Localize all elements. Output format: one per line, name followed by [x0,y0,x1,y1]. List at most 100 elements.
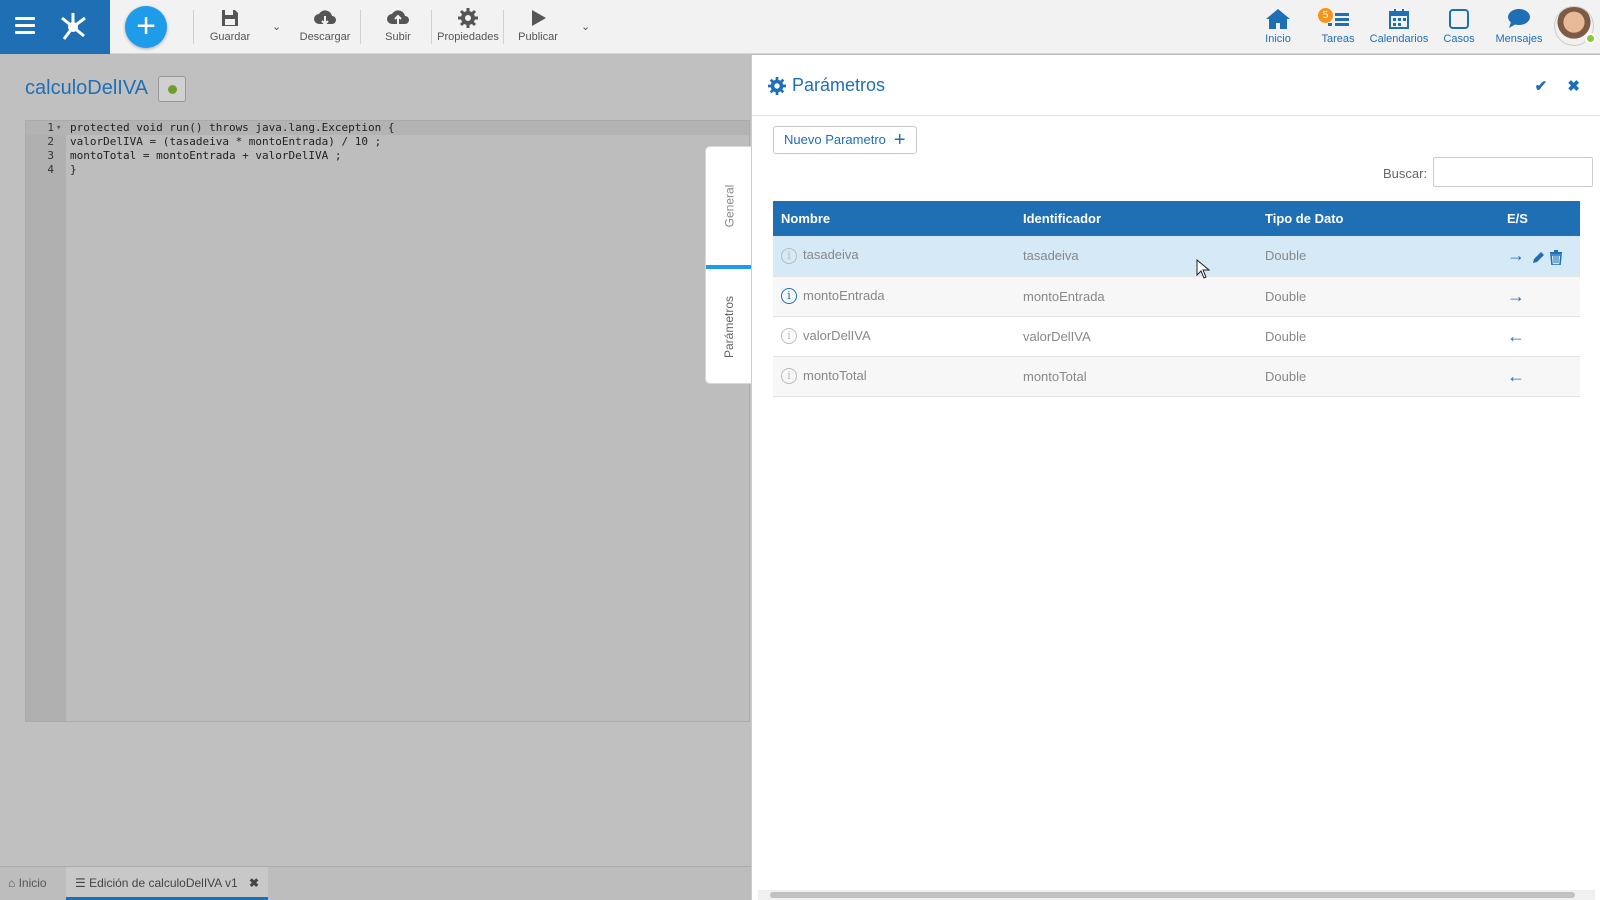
nav-home[interactable]: Inicio [1262,8,1294,45]
table-row[interactable]: i valorDelIVA valorDelIVA Double ← [773,316,1580,357]
horizontal-scrollbar[interactable] [758,890,1595,900]
home-icon [1266,9,1290,29]
toolbar-divider [431,10,432,44]
code-line: 3 montoTotal = montoEntrada + valorDelIV… [26,149,749,163]
play-icon [532,10,546,26]
tab-parametros[interactable]: Parámetros [706,269,752,385]
document-title: calculoDelIVA [25,77,149,99]
panel-actions: ✔ ✖ [1519,77,1580,95]
save-dropdown-chevron-icon[interactable]: ⌄ [272,20,281,33]
code-line: 4 } [26,163,749,177]
table-cell: Double [1257,276,1499,317]
confirm-check-icon[interactable]: ✔ [1535,78,1548,95]
table-row[interactable]: i tasadeiva tasadeiva Double → [773,236,1580,277]
bottom-tab-edit[interactable]: ☰ Edición de calculoDelIVA v1 ✖ [66,867,268,900]
cloud-download-icon [314,10,336,26]
code-editor[interactable]: 1 ▾ protected void run() throws java.lan… [25,120,750,722]
publish-dropdown-chevron-icon[interactable]: ⌄ [581,20,590,33]
info-icon[interactable]: i [781,328,797,345]
delete-trash-icon[interactable] [1549,250,1563,266]
table-cell: ← [1499,356,1580,397]
toolbar-divider [193,10,194,44]
status-dot [168,85,177,94]
table-cell: Double [1257,356,1499,397]
info-icon[interactable]: i [781,368,797,385]
side-tabs: General Parámetros [705,146,752,385]
table-row[interactable]: i montoEntrada montoEntrada Double → [773,276,1580,317]
online-status-dot [1585,33,1596,44]
toolbar-divider [360,10,361,44]
toolbar-divider [503,10,504,44]
line-number-gutter [26,121,66,721]
info-icon[interactable]: i [781,248,797,265]
parameters-panel: Parámetros ✔ ✖ Nuevo Parametro + Buscar:… [751,55,1600,900]
line-number: 3 [47,149,54,162]
scrollbar-thumb[interactable] [770,892,1575,898]
logo-icon[interactable] [56,10,90,44]
info-icon[interactable]: i [781,288,797,305]
search-label: Buscar: [1383,166,1428,181]
status-indicator[interactable] [158,76,186,102]
plus-icon: + [893,129,906,151]
bottom-tab-bar: ⌂ Inicio ☰ Edición de calculoDelIVA v1 ✖ [0,866,752,900]
fold-toggle-icon[interactable]: ▾ [56,121,61,135]
line-number: 2 [47,135,54,148]
close-tab-icon[interactable]: ✖ [249,876,259,890]
table-cell: → [1499,276,1580,317]
table-row[interactable]: i montoTotal montoTotal Double ← [773,356,1580,397]
upload-button[interactable]: Subir [380,8,416,48]
edit-pencil-icon[interactable] [1531,251,1545,265]
app-menu-block [0,0,110,54]
column-header[interactable]: Identificador [1015,201,1257,236]
hamburger-icon[interactable] [15,17,35,35]
code-text: } [70,163,77,176]
divider [752,115,1600,116]
list-icon: ☰ [75,876,86,890]
nav-messages[interactable]: Mensajes [1495,8,1543,45]
publish-button[interactable]: Publicar [517,8,559,48]
gear-icon [768,76,786,95]
nav-calendars[interactable]: Calendarios [1368,8,1430,45]
properties-button[interactable]: Propiedades [437,8,499,48]
save-icon [222,10,238,26]
bottom-tab-home[interactable]: ⌂ Inicio [8,867,66,900]
table-cell: Double [1257,236,1499,277]
save-button[interactable]: Guardar [205,8,255,48]
code-text: valorDelIVA = (tasadeiva * montoEntrada)… [70,135,382,148]
gear-icon [458,8,478,28]
column-header[interactable]: E/S [1499,201,1580,236]
table-header: Nombre Identificador Tipo de Dato E/S [773,201,1580,236]
code-text: protected void run() throws java.lang.Ex… [70,121,395,134]
tasks-count-badge: 5 [1318,8,1333,23]
new-parameter-button[interactable]: Nuevo Parametro + [773,126,917,154]
table-cell: Double [1257,316,1499,357]
table-cell: montoTotal [1015,356,1257,397]
table-cell: i montoEntrada [773,276,1015,317]
output-arrow-icon: ← [1507,325,1525,346]
input-arrow-icon: → [1507,285,1525,306]
top-toolbar: + Guardar ⌄ Descargar Subir Propiedades … [0,0,1600,54]
download-button[interactable]: Descargar [299,8,351,48]
table-cell: → [1499,236,1580,277]
search-input[interactable] [1433,157,1593,187]
message-icon [1508,9,1530,28]
code-text: montoTotal = montoEntrada + valorDelIVA … [70,149,342,162]
nav-cases[interactable]: Casos [1442,8,1476,45]
table-cell: montoEntrada [1015,276,1257,317]
tab-general[interactable]: General [706,147,752,265]
code-line: 1 ▾ protected void run() throws java.lan… [26,121,749,135]
nav-tasks[interactable]: Tareas 5 [1318,8,1358,45]
mouse-cursor-icon [1196,259,1210,279]
table-cell: i valorDelIVA [773,316,1015,357]
column-header[interactable]: Tipo de Dato [1257,201,1499,236]
case-icon [1449,9,1469,29]
line-number: 4 [47,163,54,176]
add-button[interactable]: + [125,6,167,48]
column-header[interactable]: Nombre [773,201,1015,236]
code-line: 2 valorDelIVA = (tasadeiva * montoEntrad… [26,135,749,149]
panel-title: Parámetros [768,75,885,96]
cloud-upload-icon [387,10,409,24]
table-cell: tasadeiva [1015,236,1257,277]
close-icon[interactable]: ✖ [1567,78,1580,95]
calendar-icon [1389,9,1409,29]
